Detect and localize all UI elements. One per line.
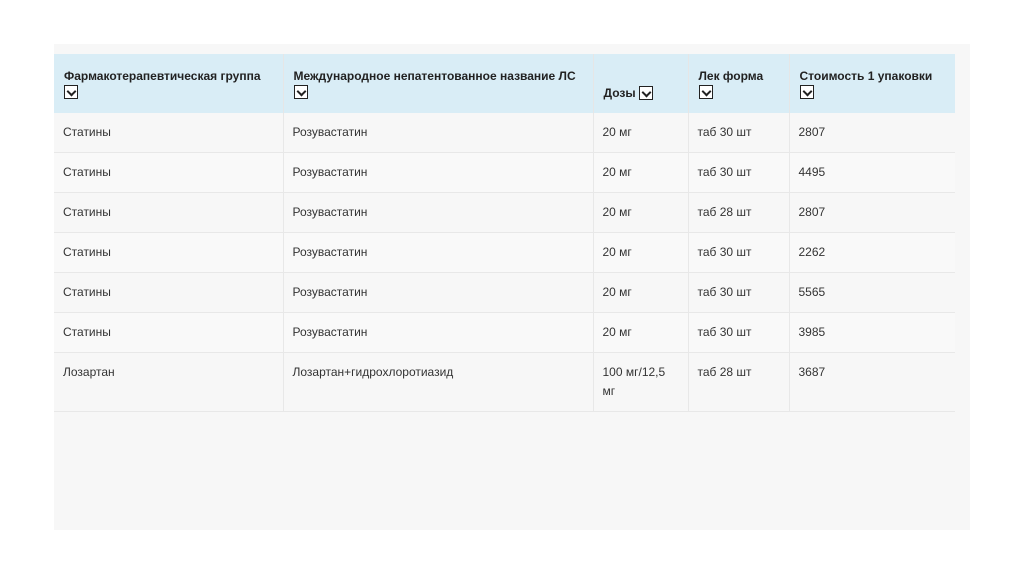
slide-panel: Фармакотерапевтическая группа Международ… [54, 44, 970, 530]
header-package-price: Стоимость 1 упаковки [789, 54, 955, 113]
table-header-row: Фармакотерапевтическая группа Международ… [54, 54, 955, 113]
cell-form: таб 30 шт [688, 272, 790, 313]
cell-dose: 100 мг/12,5 мг [593, 352, 689, 412]
table-row: Статины Розувастатин 20 мг таб 28 шт 280… [54, 192, 955, 233]
header-doses: Дозы [593, 54, 689, 113]
cell-dose: 20 мг [593, 232, 689, 273]
chevron-down-icon[interactable] [638, 86, 653, 100]
cell-dose: 20 мг [593, 312, 689, 353]
cell-dose: 20 мг [593, 272, 689, 313]
cell-price: 4495 [789, 152, 955, 193]
header-dosage-form: Лек форма [688, 54, 790, 113]
cell-inn: Розувастатин [283, 152, 594, 193]
cell-price: 2807 [789, 113, 955, 153]
cell-price: 5565 [789, 272, 955, 313]
cell-dose: 20 мг [593, 192, 689, 233]
table-row: Статины Розувастатин 20 мг таб 30 шт 280… [54, 113, 955, 153]
table-row: Лозартан Лозартан+гидрохлоротиазид 100 м… [54, 352, 955, 412]
chevron-down-icon[interactable] [799, 85, 814, 99]
cell-dose: 20 мг [593, 152, 689, 193]
cell-group: Статины [54, 192, 284, 233]
table-row: Статины Розувастатин 20 мг таб 30 шт 226… [54, 232, 955, 273]
cell-group: Лозартан [54, 352, 284, 412]
cell-inn: Лозартан+гидрохлоротиазид [283, 352, 594, 412]
cell-form: таб 28 шт [688, 192, 790, 233]
header-label: Дозы [603, 86, 636, 100]
drug-price-table: Фармакотерапевтическая группа Международ… [54, 54, 955, 412]
cell-form: таб 28 шт [688, 352, 790, 412]
header-label: Международное непатентованное название Л… [293, 69, 576, 83]
cell-group: Статины [54, 272, 284, 313]
cell-dose: 20 мг [593, 113, 689, 153]
cell-inn: Розувастатин [283, 312, 594, 353]
cell-inn: Розувастатин [283, 272, 594, 313]
cell-group: Статины [54, 113, 284, 153]
header-inn-name: Международное непатентованное название Л… [283, 54, 594, 113]
cell-group: Статины [54, 232, 284, 273]
header-label: Фармакотерапевтическая группа [64, 69, 261, 83]
cell-form: таб 30 шт [688, 232, 790, 273]
cell-price: 2262 [789, 232, 955, 273]
chevron-down-icon[interactable] [64, 85, 78, 99]
header-label: Лек форма [698, 69, 764, 83]
header-pharm-group: Фармакотерапевтическая группа [54, 54, 284, 113]
cell-form: таб 30 шт [688, 152, 790, 193]
cell-group: Статины [54, 152, 284, 193]
chevron-down-icon[interactable] [293, 85, 308, 99]
cell-price: 3687 [789, 352, 955, 412]
cell-form: таб 30 шт [688, 312, 790, 353]
cell-group: Статины [54, 312, 284, 353]
table-row: Статины Розувастатин 20 мг таб 30 шт 556… [54, 272, 955, 313]
chevron-down-icon[interactable] [698, 85, 713, 99]
cell-price: 3985 [789, 312, 955, 353]
cell-inn: Розувастатин [283, 113, 594, 153]
header-label: Стоимость 1 упаковки [799, 69, 933, 83]
cell-inn: Розувастатин [283, 232, 594, 273]
table-row: Статины Розувастатин 20 мг таб 30 шт 449… [54, 152, 955, 193]
cell-form: таб 30 шт [688, 113, 790, 153]
cell-inn: Розувастатин [283, 192, 594, 233]
table-row: Статины Розувастатин 20 мг таб 30 шт 398… [54, 312, 955, 353]
cell-price: 2807 [789, 192, 955, 233]
